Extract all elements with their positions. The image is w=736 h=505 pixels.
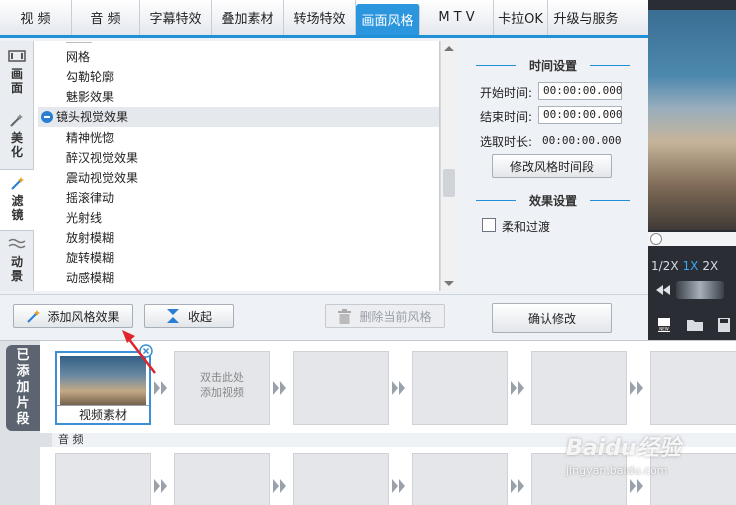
side-tab-motion-scene[interactable]: 动景 — [0, 231, 34, 293]
style-effect-list: 网格 勾勒轮廓 魅影效果 镜头视觉效果 精神恍惚 醉汉视觉效果 震动视觉效果 摇… — [34, 41, 440, 291]
added-clips-label: 已 添 加 片 段 — [6, 345, 40, 431]
open-folder-icon[interactable] — [686, 318, 704, 335]
list-item[interactable]: 醉汉视觉效果 — [66, 148, 138, 168]
speed-selector: 1/2X 1X 2X — [648, 255, 736, 277]
list-scrollbar[interactable] — [440, 41, 457, 291]
magic-wand-icon — [8, 113, 26, 127]
preview-toolbar: NEW — [648, 312, 736, 340]
end-time-field[interactable]: 00:00:00.000 — [538, 106, 622, 124]
time-settings-title: 时间设置 — [458, 57, 648, 74]
speed-2x[interactable]: 2X — [702, 255, 718, 277]
list-item[interactable]: 精神恍惚 — [66, 128, 114, 148]
next-arrow-icon — [154, 381, 168, 395]
start-time-field[interactable]: 00:00:00.000 — [538, 82, 622, 100]
tab-transition-effects[interactable]: 转场特效 — [284, 0, 356, 35]
side-tab-beautify[interactable]: 美化 — [0, 107, 34, 169]
audio-slot[interactable] — [412, 453, 508, 505]
sparkle-wand-icon — [9, 176, 27, 190]
audio-slot[interactable] — [293, 453, 389, 505]
seek-bar[interactable] — [648, 232, 736, 246]
style-action-bar: 添加风格效果 收起 删除当前风格 确认修改 — [0, 294, 648, 340]
smooth-transition-label: 柔和过渡 — [502, 220, 551, 234]
delete-current-style-button[interactable]: 删除当前风格 — [325, 304, 445, 328]
svg-text:NEW: NEW — [659, 326, 669, 331]
film-icon — [8, 49, 26, 63]
list-item[interactable]: 摇滚律动 — [66, 188, 114, 208]
tab-upgrade-service[interactable]: 升级与服务 — [548, 0, 624, 35]
next-arrow-icon — [392, 381, 406, 395]
magic-wand-icon — [26, 309, 42, 323]
trash-icon — [338, 308, 352, 324]
jog-wheel[interactable] — [676, 281, 724, 299]
collapse-button[interactable]: 收起 — [144, 304, 234, 328]
effect-settings-title: 效果设置 — [458, 192, 648, 209]
empty-clip-slot[interactable]: 双击此处 添加视频 — [174, 351, 270, 425]
side-tab-filter[interactable]: 滤镜 — [0, 169, 35, 231]
list-item[interactable]: 网格 — [66, 47, 90, 67]
next-arrow-icon — [154, 479, 168, 493]
tab-picture-style[interactable]: 画面风格 — [356, 4, 420, 35]
main-tab-bar: 视 频 音 频 字幕特效 叠加素材 转场特效 画面风格 M T V 卡拉OK 升… — [0, 0, 648, 38]
clip-thumbnail — [60, 356, 146, 406]
next-arrow-icon — [511, 479, 525, 493]
confirm-modify-button[interactable]: 确认修改 — [492, 303, 612, 333]
remove-clip-icon[interactable] — [139, 344, 153, 358]
list-item[interactable]: 勾勒轮廓 — [66, 67, 114, 87]
scroll-thumb[interactable] — [443, 169, 455, 197]
scroll-up-icon[interactable] — [444, 46, 454, 51]
duration-label: 选取时长: — [480, 135, 533, 149]
list-item[interactable]: 旋转模糊 — [66, 248, 114, 268]
new-file-icon[interactable]: NEW — [656, 317, 672, 336]
empty-clip-slot[interactable] — [412, 351, 508, 425]
style-category-tabs: 画面 美化 滤镜 动景 — [0, 41, 35, 293]
tab-overlay-material[interactable]: 叠加素材 — [212, 0, 284, 35]
waves-icon — [8, 237, 26, 251]
collapse-arrows-icon — [166, 308, 180, 324]
start-time-label: 开始时间: — [480, 86, 533, 100]
tab-audio[interactable]: 音 频 — [72, 0, 140, 35]
next-arrow-icon — [511, 381, 525, 395]
save-icon[interactable] — [718, 317, 730, 335]
side-tab-picture[interactable]: 画面 — [0, 43, 34, 105]
scroll-down-icon[interactable] — [444, 281, 454, 286]
preview-image — [648, 10, 736, 230]
list-item[interactable]: 动感模糊 — [66, 268, 114, 288]
smooth-transition-checkbox[interactable] — [482, 218, 496, 232]
end-time-label: 结束时间: — [480, 110, 533, 124]
empty-clip-slot[interactable] — [650, 351, 736, 425]
tab-mtv[interactable]: M T V — [420, 0, 494, 35]
list-item[interactable]: 光射线 — [66, 208, 102, 228]
tab-video[interactable]: 视 频 — [0, 0, 72, 35]
tab-karaoke[interactable]: 卡拉OK — [494, 0, 548, 35]
seek-knob[interactable] — [650, 233, 662, 245]
next-arrow-icon — [630, 381, 644, 395]
settings-panel: 时间设置 开始时间: 00:00:00.000 结束时间: 00:00:00.0… — [458, 41, 648, 291]
clip-caption: 视频素材 — [57, 405, 149, 423]
empty-clip-slot[interactable] — [293, 351, 389, 425]
rewind-icon[interactable] — [656, 284, 670, 298]
speed-half[interactable]: 1/2X — [651, 255, 679, 277]
audio-slot[interactable] — [55, 453, 151, 505]
next-arrow-icon — [392, 479, 406, 493]
list-item[interactable]: 放射模糊 — [66, 228, 114, 248]
list-item[interactable]: 震动视觉效果 — [66, 168, 138, 188]
collapse-minus-icon[interactable] — [41, 111, 53, 123]
video-track: 视频素材 双击此处 添加视频 — [40, 341, 736, 433]
tab-subtitle-effects[interactable]: 字幕特效 — [140, 0, 212, 35]
clip-slot[interactable]: 视频素材 — [55, 344, 153, 425]
modify-time-range-button[interactable]: 修改风格时间段 — [492, 154, 612, 178]
empty-clip-slot[interactable] — [531, 351, 627, 425]
speed-1x[interactable]: 1X — [683, 255, 699, 277]
next-arrow-icon — [273, 479, 287, 493]
add-style-effect-button[interactable]: 添加风格效果 — [13, 304, 133, 328]
duration-value: 00:00:00.000 — [542, 134, 622, 147]
audio-slot[interactable] — [174, 453, 270, 505]
baidu-watermark: Baidu经验 jingyan.baidu.com — [566, 436, 681, 477]
list-group-lens-visual[interactable]: 镜头视觉效果 — [38, 107, 439, 127]
list-item[interactable]: 魅影效果 — [66, 87, 114, 107]
next-arrow-icon — [273, 381, 287, 395]
